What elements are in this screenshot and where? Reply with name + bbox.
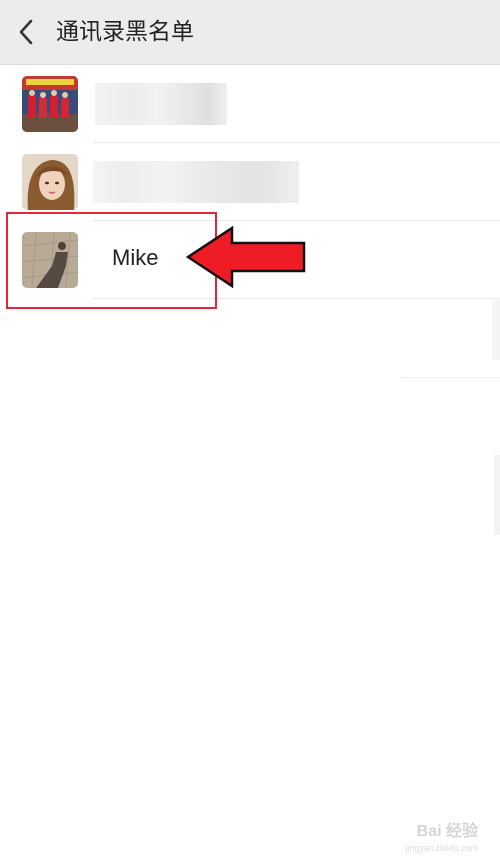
chevron-left-icon: [19, 19, 33, 45]
blurred-name: [95, 83, 227, 125]
watermark-logo: Bai 经验: [416, 823, 478, 840]
contact-row[interactable]: [0, 143, 500, 221]
avatar: [22, 76, 78, 132]
nav-bar: 通讯录黑名单: [0, 0, 500, 65]
arrow-left-icon: [186, 226, 306, 288]
watermark-url: jingyan.baidu.com: [405, 843, 478, 853]
page-title: 通讯录黑名单: [56, 19, 194, 45]
avatar: [22, 154, 78, 210]
blurred-name: [93, 161, 299, 203]
contact-row[interactable]: [0, 65, 500, 143]
back-button[interactable]: [14, 16, 42, 48]
